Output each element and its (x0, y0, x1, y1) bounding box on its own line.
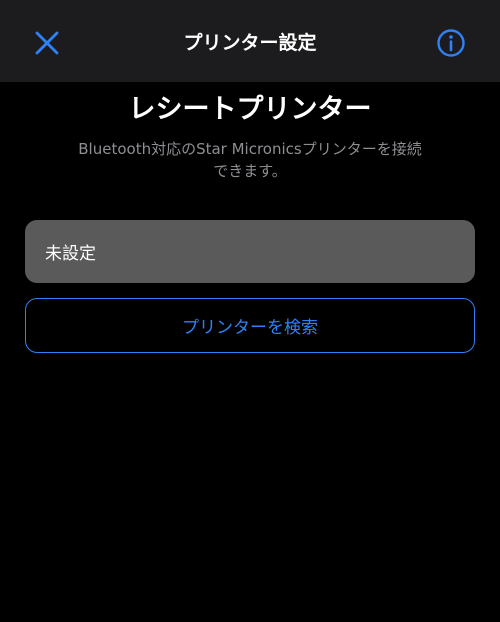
page-description: Bluetooth対応のStar Micronicsプリンターを接続 できます。 (50, 138, 450, 182)
info-button[interactable] (432, 24, 470, 62)
description-line-1: Bluetooth対応のStar Micronicsプリンターを接続 (78, 140, 422, 158)
printer-settings-screen: プリンター設定 レシートプリンター Bluetooth対応のStar Micro… (0, 0, 500, 622)
navigation-bar: プリンター設定 (0, 0, 500, 82)
nav-title: プリンター設定 (183, 32, 317, 54)
info-icon (437, 29, 465, 57)
description-line-2: できます。 (213, 162, 287, 180)
printer-status-label: 未設定 (45, 244, 96, 264)
search-printer-button[interactable]: プリンターを検索 (25, 298, 475, 353)
page-heading: レシートプリンター (128, 94, 372, 125)
selected-printer-row[interactable]: 未設定 (25, 220, 475, 283)
